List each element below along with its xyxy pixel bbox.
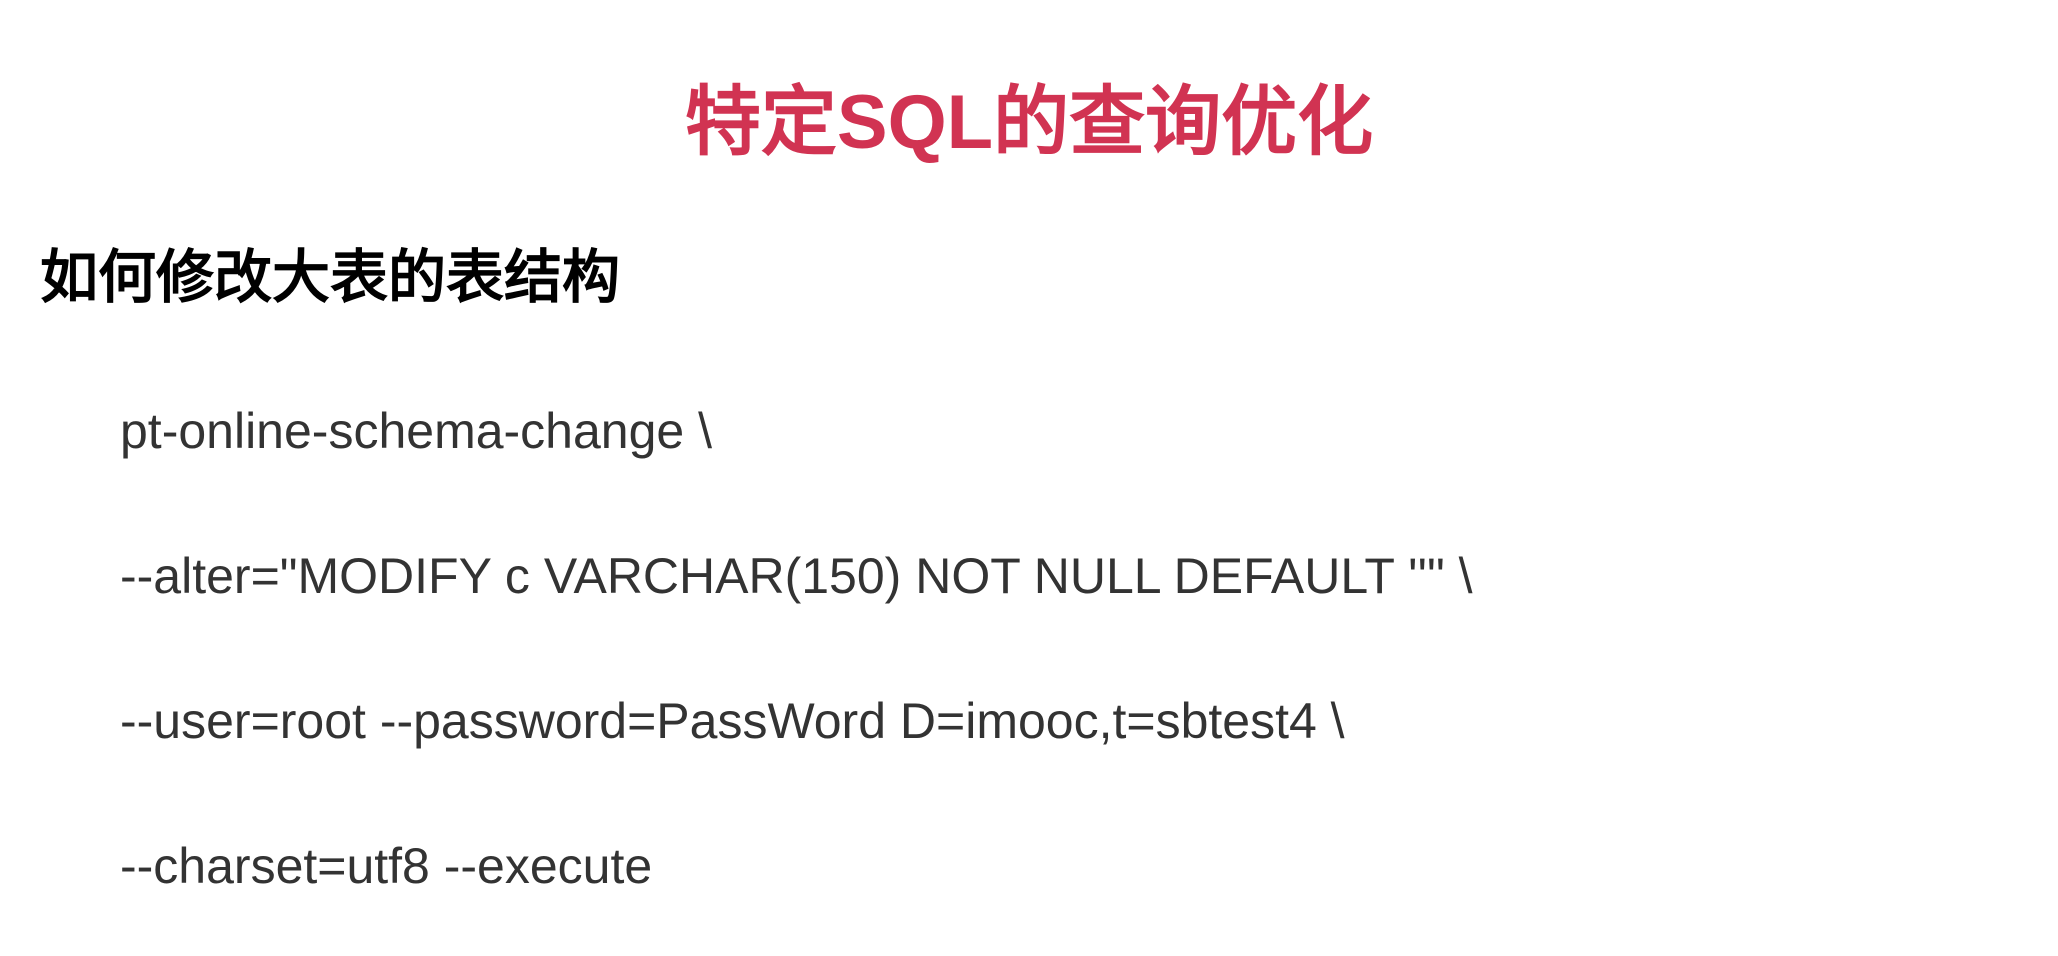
- code-line-1: pt-online-schema-change \: [120, 384, 2028, 479]
- slide-title: 特定SQL的查询优化: [30, 60, 2028, 170]
- slide-subtitle: 如何修改大表的表结构: [30, 230, 2028, 314]
- code-line-4: --charset=utf8 --execute: [120, 819, 2028, 914]
- code-block: pt-online-schema-change \ --alter="MODIF…: [30, 384, 2028, 914]
- code-line-2: --alter="MODIFY c VARCHAR(150) NOT NULL …: [120, 529, 2028, 624]
- code-line-3: --user=root --password=PassWord D=imooc,…: [120, 674, 2028, 769]
